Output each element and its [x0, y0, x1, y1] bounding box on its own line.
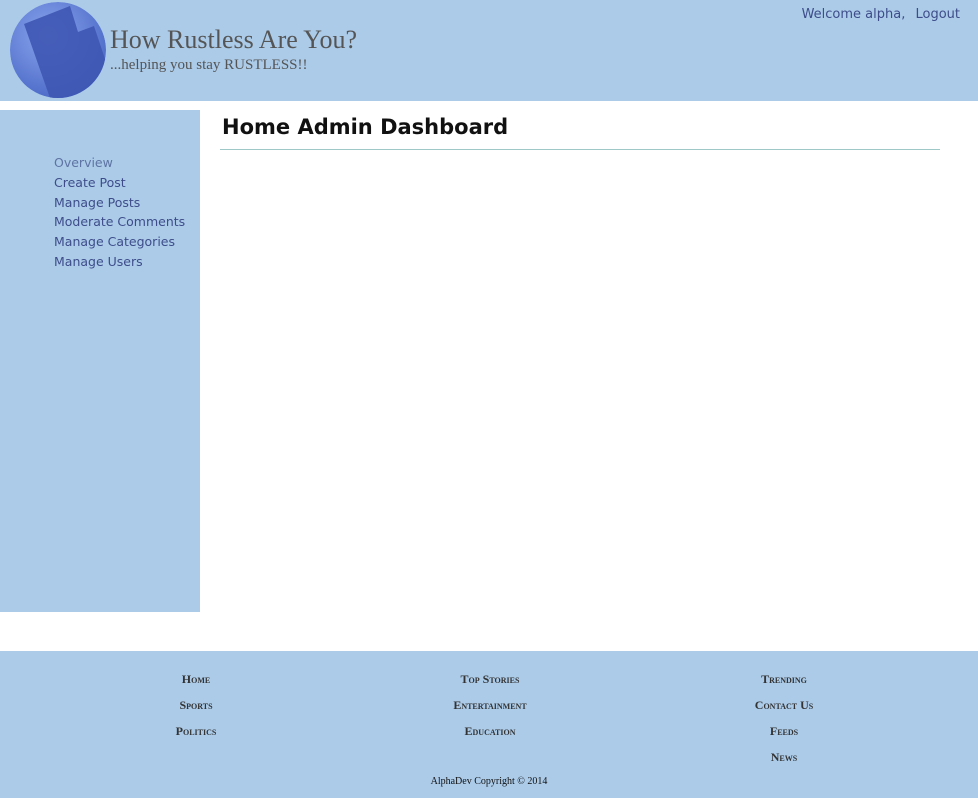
copyright-text: AlphaDev Copyright © 2014 [430, 776, 548, 787]
footer-link-home[interactable]: Home [76, 671, 316, 697]
sidebar-item-manage-categories[interactable]: Manage Categories [54, 232, 185, 252]
page-title: Home Admin Dashboard [222, 115, 509, 139]
footer-column-2: Top Stories Entertainment Education [370, 671, 610, 749]
logout-link[interactable]: Logout [915, 7, 960, 22]
footer-link-contact-us[interactable]: Contact Us [664, 697, 904, 723]
user-menu: Welcome alpha, Logout [802, 7, 960, 22]
footer-link-news[interactable]: News [664, 749, 904, 775]
footer-link-feeds[interactable]: Feeds [664, 723, 904, 749]
admin-sidebar: Overview Create Post Manage Posts Modera… [0, 110, 200, 612]
title-divider [220, 149, 940, 150]
welcome-text: Welcome alpha, [801, 7, 906, 22]
footer-column-1: Home Sports Politics [76, 671, 316, 749]
sidebar-menu: Overview Create Post Manage Posts Modera… [54, 153, 185, 272]
sidebar-item-create-post[interactable]: Create Post [54, 173, 185, 193]
sidebar-item-manage-posts[interactable]: Manage Posts [54, 193, 185, 213]
sidebar-item-overview[interactable]: Overview [54, 153, 185, 173]
footer-link-education[interactable]: Education [370, 723, 610, 749]
footer-link-trending[interactable]: Trending [664, 671, 904, 697]
footer-link-politics[interactable]: Politics [76, 723, 316, 749]
footer-column-3: Trending Contact Us Feeds News [664, 671, 904, 775]
site-logo[interactable] [10, 2, 106, 98]
footer-link-entertainment[interactable]: Entertainment [370, 697, 610, 723]
footer-link-top-stories[interactable]: Top Stories [370, 671, 610, 697]
site-header: How Rustless Are You? ...helping you sta… [0, 0, 978, 101]
sidebar-item-manage-users[interactable]: Manage Users [54, 252, 185, 272]
sidebar-item-moderate-comments[interactable]: Moderate Comments [54, 212, 185, 232]
site-footer: Home Sports Politics Top Stories Enterta… [0, 651, 978, 798]
site-title: How Rustless Are You? [110, 25, 358, 54]
site-tagline: ...helping you stay RUSTLESS!! [110, 57, 308, 73]
footer-link-sports[interactable]: Sports [76, 697, 316, 723]
